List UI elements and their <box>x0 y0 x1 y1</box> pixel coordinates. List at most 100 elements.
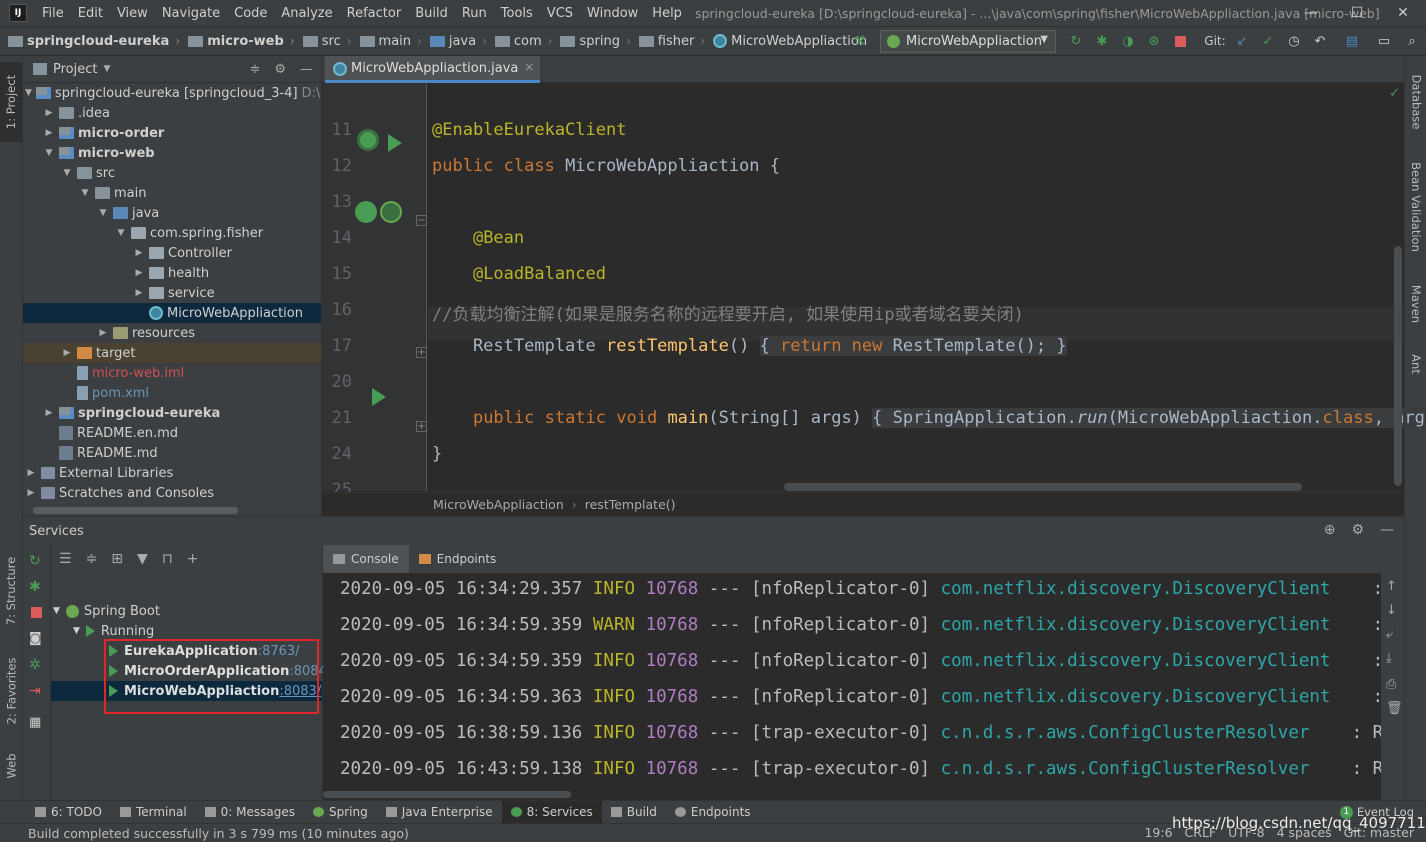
tab-console[interactable]: Console <box>323 545 409 573</box>
chevron-right-icon[interactable]: ▶ <box>25 468 37 478</box>
run-configuration-select[interactable]: MicroWebAppliaction ▼ <box>880 30 1056 53</box>
search-everywhere-icon[interactable]: ⌕ <box>1404 33 1420 49</box>
chevron-down-icon[interactable]: ▼ <box>25 88 32 98</box>
tree-item[interactable]: ▶ springcloud-eureka <box>23 403 321 423</box>
project-view-select[interactable]: Project <box>53 62 97 77</box>
tool-tab-structure[interactable]: 7: Structure <box>0 546 23 636</box>
tree-item[interactable]: ▶ Scratches and Consoles <box>23 483 321 503</box>
rerun-icon[interactable]: ↻ <box>29 553 45 569</box>
add-service-icon[interactable]: + <box>187 551 199 567</box>
spring-bean-gutter-icon[interactable] <box>357 129 379 151</box>
chevron-right-icon[interactable]: ▶ <box>43 108 55 118</box>
tool-tab-endpoints[interactable]: Endpoints <box>666 801 760 824</box>
menu-tools[interactable]: Tools <box>494 6 540 21</box>
run-main-icon[interactable] <box>372 388 386 406</box>
tree-item[interactable]: ▶ .idea <box>23 103 321 123</box>
filter-icon[interactable]: ▼ <box>137 551 148 567</box>
tool-tab-todo[interactable]: 6: TODO <box>26 801 111 824</box>
tree-item[interactable]: pom.xml <box>23 383 321 403</box>
maximize-button[interactable]: ☐ <box>1334 0 1380 26</box>
tool-tab-spring[interactable]: Spring <box>304 801 377 824</box>
tree-item[interactable]: ▼ micro-web <box>23 143 321 163</box>
editor-horizontal-scrollbar[interactable] <box>784 483 1302 491</box>
tool-tab-build[interactable]: Build <box>602 801 666 824</box>
breadcrumb-class[interactable]: MicroWebAppliaction <box>433 497 564 512</box>
tool-tab-java-enterprise[interactable]: Java Enterprise <box>377 801 502 824</box>
soft-wrap-icon[interactable]: ⤶ <box>1386 627 1393 642</box>
bean-gutter-icon[interactable] <box>355 201 377 223</box>
crosshair-icon[interactable]: ⊕ <box>1324 522 1336 538</box>
close-window-button[interactable]: ✕ <box>1380 0 1426 26</box>
fold-toggle[interactable]: + <box>416 421 427 432</box>
breadcrumb-project[interactable]: springcloud-eureka › <box>0 34 180 49</box>
debug-bug-icon[interactable]: ✱ <box>1094 33 1110 49</box>
print-icon[interactable]: ⎙ <box>1386 677 1396 692</box>
scroll-to-end-icon[interactable]: ⤓ <box>1386 651 1392 666</box>
status-message[interactable]: Build completed successfully in 3 s 799 … <box>0 826 409 841</box>
exit-icon[interactable]: ⇥ <box>29 683 45 699</box>
menu-vcs[interactable]: VCS <box>540 6 580 21</box>
run-with-coverage-icon[interactable]: ◑ <box>1120 33 1136 49</box>
tree-item[interactable]: ▼ com.spring.fisher <box>23 223 321 243</box>
gear-icon[interactable]: ⚙ <box>1351 522 1364 538</box>
tree-item[interactable]: ▶ health <box>23 263 321 283</box>
camera-icon[interactable]: ◙ <box>29 631 45 647</box>
new-tab-icon[interactable]: ⊓ <box>162 551 173 567</box>
tree-item[interactable]: ▶ micro-order <box>23 123 321 143</box>
scroll-down-icon[interactable]: ↓ <box>1386 603 1397 618</box>
collapse-all-icon[interactable]: ≑ <box>249 62 260 77</box>
editor-tab-active[interactable]: MicroWebAppliaction.java × <box>325 56 541 83</box>
profile-icon[interactable]: ⊛ <box>1146 33 1162 49</box>
breadcrumb-main[interactable]: main › <box>352 34 422 49</box>
close-tab-icon[interactable]: × <box>524 60 534 74</box>
tree-item[interactable]: ▼ springcloud-eureka [springcloud_3-4] D:\… <box>23 83 321 103</box>
build-hammer-icon[interactable]: ⚒ <box>852 33 868 49</box>
horizontal-scrollbar[interactable] <box>33 507 238 514</box>
hide-icon[interactable]: — <box>1380 522 1394 538</box>
terminal-icon[interactable]: ▭ <box>1376 33 1392 49</box>
tab-endpoints[interactable]: Endpoints <box>409 545 507 573</box>
project-structure-icon[interactable]: ▤ <box>1344 33 1360 49</box>
tree-item[interactable]: ▶ service <box>23 283 321 303</box>
tree-item[interactable]: ▼ src <box>23 163 321 183</box>
layout-icon[interactable]: ▦ <box>29 715 45 731</box>
breadcrumb-fisher[interactable]: fisher › <box>631 34 705 49</box>
menu-run[interactable]: Run <box>455 6 494 21</box>
chevron-down-icon[interactable]: ▼ <box>115 228 127 238</box>
settings-bug-icon[interactable]: ✲ <box>29 657 45 673</box>
chevron-down-icon[interactable]: ▼ <box>97 208 109 218</box>
tree-item[interactable]: micro-web.iml <box>23 363 321 383</box>
tool-tab-database[interactable]: Database <box>1405 62 1426 142</box>
fold-toggle[interactable]: − <box>416 215 427 226</box>
tree-item[interactable]: ▼ main <box>23 183 321 203</box>
stop-icon[interactable] <box>1172 33 1188 49</box>
chevron-right-icon[interactable]: ▶ <box>61 348 73 358</box>
group-by-icon[interactable]: ⊞ <box>111 551 123 567</box>
tool-tab-favorites[interactable]: 2: Favorites <box>0 646 23 736</box>
tree-item[interactable]: MicroWebAppliaction <box>23 303 321 323</box>
tree-item[interactable]: README.en.md <box>23 423 321 443</box>
menu-help[interactable]: Help <box>645 6 689 21</box>
load-balanced-gutter-icon[interactable] <box>380 201 402 223</box>
breadcrumb-com[interactable]: com › <box>487 34 552 49</box>
git-update-icon[interactable]: ↙ <box>1234 33 1250 49</box>
tool-tab-bean-validation[interactable]: Bean Validation <box>1405 152 1426 262</box>
editor-vertical-scrollbar[interactable] <box>1394 246 1402 486</box>
minimize-button[interactable]: — <box>1288 0 1334 26</box>
expand-all-icon[interactable]: ☰ <box>59 551 72 567</box>
breadcrumb-src[interactable]: src › <box>295 34 352 49</box>
breadcrumb-spring[interactable]: spring › <box>552 34 631 49</box>
tool-tab-ant[interactable]: Ant <box>1405 344 1426 384</box>
clear-all-icon[interactable]: 🗑 <box>1386 701 1403 716</box>
rerun-icon[interactable]: ↻ <box>1068 33 1084 49</box>
tree-item[interactable]: ▶ External Libraries <box>23 463 321 483</box>
console-horizontal-scrollbar[interactable] <box>323 791 571 798</box>
tool-tab-maven[interactable]: Maven <box>1405 274 1426 334</box>
gear-icon[interactable]: ⚙ <box>274 62 286 77</box>
tree-node-running[interactable]: ▼ Running <box>73 621 154 641</box>
breadcrumb-method[interactable]: restTemplate() <box>585 497 676 512</box>
tool-tab-services[interactable]: 8: Services <box>501 800 602 824</box>
tree-item[interactable]: ▼ java <box>23 203 321 223</box>
git-history-icon[interactable]: ◷ <box>1286 33 1302 49</box>
chevron-right-icon[interactable]: ▶ <box>133 268 145 278</box>
